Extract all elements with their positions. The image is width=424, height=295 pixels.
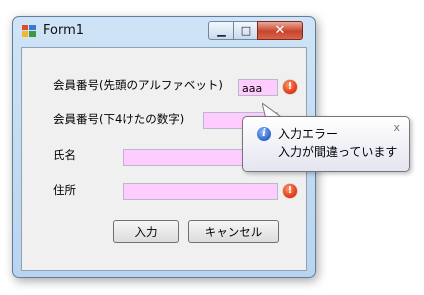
tooltip-title: 入力エラー (278, 127, 339, 141)
maximize-button[interactable]: □ (233, 21, 259, 40)
name-label: 氏名 (53, 148, 76, 162)
tooltip-close-icon[interactable]: x (393, 121, 400, 134)
maximize-icon: □ (240, 24, 252, 37)
close-button[interactable]: ✕ (257, 21, 303, 40)
member-id-digits-label: 会員番号(下4けたの数字) (53, 112, 185, 126)
minimize-button[interactable]: ▁ (208, 21, 235, 40)
close-icon: ✕ (274, 23, 286, 38)
minimize-icon: ▁ (217, 24, 226, 37)
info-icon: i (257, 127, 271, 141)
input-button[interactable]: 入力 (113, 220, 179, 243)
cancel-button[interactable]: キャンセル (188, 220, 279, 243)
error-icon: ! (283, 184, 297, 198)
error-tooltip: i 入力エラー 入力が間違っています x (242, 116, 410, 172)
address-input[interactable] (123, 183, 278, 200)
window-title: Form1 (43, 23, 85, 38)
error-icon: ! (283, 80, 297, 94)
member-id-prefix-label: 会員番号(先頭のアルファベット) (53, 78, 223, 92)
address-label: 住所 (53, 183, 76, 197)
app-icon (22, 25, 36, 37)
member-id-prefix-input[interactable]: aaa (238, 79, 278, 96)
title-bar[interactable]: Form1 ▁ □ ✕ (13, 17, 315, 47)
tooltip-message: 入力が間違っています (278, 145, 398, 159)
